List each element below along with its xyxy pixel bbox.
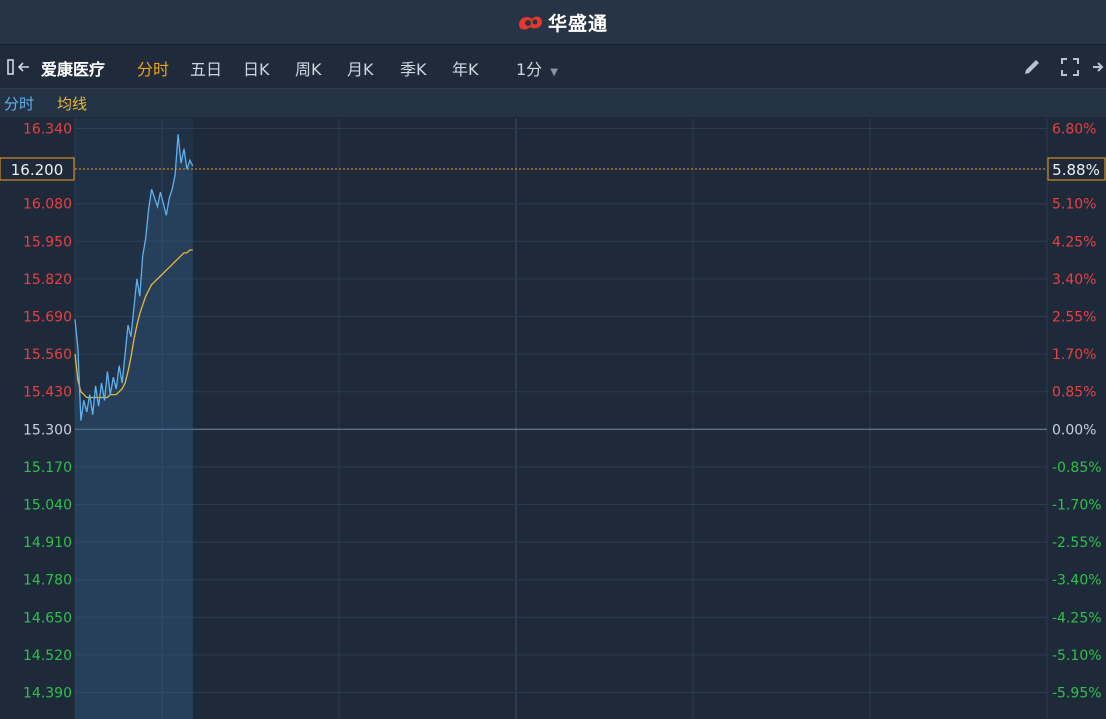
y-tick-price: 15.300 xyxy=(23,422,72,438)
y-tick-price: 16.080 xyxy=(23,197,72,213)
y-tick-pct: 6.80% xyxy=(1052,122,1096,138)
y-tick-price: 14.650 xyxy=(23,610,72,626)
y-tick-pct: -1.70% xyxy=(1052,498,1102,514)
fullscreen-icon[interactable] xyxy=(1060,57,1080,77)
stock-name: 爱康医疗 xyxy=(41,60,106,79)
price-area-band xyxy=(75,118,193,719)
tab-year-k[interactable]: 年K xyxy=(452,56,479,80)
y-tick-pct: -5.95% xyxy=(1052,686,1102,702)
tab-fenshi[interactable]: 分时 xyxy=(137,56,169,80)
tab-quarter-k[interactable]: 季K xyxy=(400,56,427,80)
y-tick-price: 15.430 xyxy=(23,385,72,401)
y-tick-price: 14.520 xyxy=(23,648,72,664)
arrow-right-icon[interactable] xyxy=(1092,57,1106,77)
brand-name: 华盛通 xyxy=(548,12,609,35)
y-tick-price: 14.780 xyxy=(23,573,72,589)
y-tick-pct: -4.25% xyxy=(1052,610,1102,626)
collapse-sidebar-icon[interactable] xyxy=(7,59,31,75)
y-tick-pct: -5.10% xyxy=(1052,648,1102,664)
y-tick-pct: 2.55% xyxy=(1052,310,1096,326)
y-tick-pct: 1.70% xyxy=(1052,347,1096,363)
chevron-down-icon: ▼ xyxy=(550,67,558,78)
y-tick-price: 15.560 xyxy=(23,347,72,363)
y-tick-pct: 3.40% xyxy=(1052,272,1096,288)
legend-avg: 均线 xyxy=(57,95,88,113)
y-tick-price: 15.040 xyxy=(23,498,72,514)
tab-day-k[interactable]: 日K xyxy=(243,56,270,80)
current-pct-label: 5.88% xyxy=(1052,161,1100,179)
tab-week-k[interactable]: 周K xyxy=(295,56,322,80)
y-tick-pct: 0.85% xyxy=(1052,385,1096,401)
y-tick-price: 15.820 xyxy=(23,272,72,288)
y-tick-pct: 5.10% xyxy=(1052,197,1096,213)
y-tick-pct: 0.00% xyxy=(1052,422,1096,438)
y-tick-pct: -3.40% xyxy=(1052,573,1102,589)
brand: 华盛通 xyxy=(516,9,608,35)
y-tick-pct: 4.25% xyxy=(1052,234,1096,250)
y-tick-price: 16.340 xyxy=(23,122,72,138)
interval-value: 1分 xyxy=(516,60,543,79)
toolbar: 爱康医疗 分时 五日 日K 周K 月K 季K 年K 1分 ▼ xyxy=(0,45,1106,89)
y-tick-pct: -2.55% xyxy=(1052,535,1102,551)
y-tick-price: 15.170 xyxy=(23,460,72,476)
title-bar: 华盛通 xyxy=(0,0,1106,45)
legend-price: 分时 xyxy=(4,95,35,113)
tab-five-day[interactable]: 五日 xyxy=(190,56,222,80)
y-tick-price: 15.690 xyxy=(23,310,72,326)
legend-bar: 分时 均线 xyxy=(0,89,1106,117)
brand-logo-icon xyxy=(519,16,542,30)
interval-select[interactable]: 1分 ▼ xyxy=(516,56,558,80)
y-tick-price: 15.950 xyxy=(23,234,72,250)
current-price-label: 16.200 xyxy=(11,161,64,179)
pencil-icon[interactable] xyxy=(1022,57,1042,77)
tab-month-k[interactable]: 月K xyxy=(347,56,374,80)
y-tick-pct: -0.85% xyxy=(1052,460,1102,476)
y-tick-price: 14.910 xyxy=(23,535,72,551)
intraday-chart[interactable]: 16.340 6.80% 16.080 5.10% 15.950 4.25% 15.820 3… xyxy=(0,118,1106,719)
y-tick-price: 14.390 xyxy=(23,686,72,702)
